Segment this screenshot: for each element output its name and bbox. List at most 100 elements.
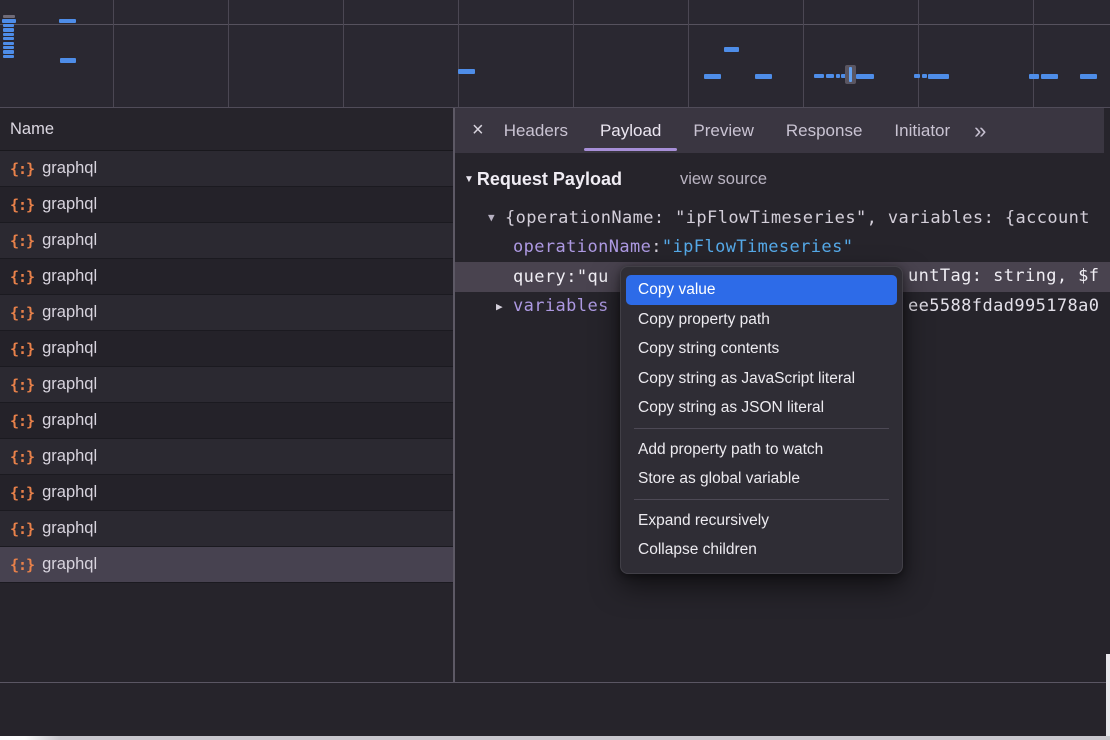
request-row[interactable]: {:} graphql [0,439,453,475]
menu-item-copy-string-contents[interactable]: Copy string contents [626,334,897,364]
json-request-icon: {:} [10,340,34,358]
request-row[interactable]: {:}graphql [0,151,453,187]
collapsed-arrow-icon[interactable]: ▶ [496,300,513,313]
request-name-label: graphql [42,159,97,178]
overview-gridline [918,0,919,107]
property-value-left: "qu [577,267,609,287]
timeline-hover-marker-tick [849,67,852,82]
timeline-request-bar [3,24,14,27]
request-row[interactable]: {:} graphql [0,331,453,367]
expand-arrow-icon[interactable]: ▼ [488,211,505,224]
request-payload-section-header[interactable]: ▼ Request Payload view source [455,165,1110,193]
request-row[interactable]: {:} graphql [0,403,453,439]
timeline-request-bar [3,42,14,45]
close-icon[interactable]: × [472,119,484,142]
overview-lane-divider [0,24,1110,25]
timeline-request-bar [1029,74,1039,79]
timeline-request-bar [914,74,920,78]
name-column-header[interactable]: Name [0,108,453,151]
request-name-label: graphql [42,267,97,286]
property-value: "ipFlowTimeseries" [662,237,853,257]
overview-gridline [343,0,344,107]
timeline-request-bar [2,19,16,23]
menu-item-copy-property-path[interactable]: Copy property path [626,305,897,335]
timeline-request-bar [3,46,14,49]
view-source-link[interactable]: view source [680,170,767,189]
property-value-right: untTag: string, $f [908,262,1099,292]
tab-preview[interactable]: Preview [677,108,769,153]
overview-gridline [688,0,689,107]
timeline-request-bar [3,15,15,18]
json-request-icon: {:} [10,304,34,322]
context-menu: Copy valueCopy property pathCopy string … [620,266,903,574]
request-row[interactable]: {:}graphql [0,367,453,403]
json-request-icon: {:} [10,520,34,538]
property-key: variables [513,296,609,316]
property-preview-right: ee5588fdad995178a0 [908,292,1099,322]
json-request-icon: {:} [10,376,34,394]
tab-initiator[interactable]: Initiator [878,108,966,153]
timeline-request-bar [724,47,739,52]
request-list-panel: Name {:} graphql {:} graphql {:} graphql {:} gr… [0,108,455,740]
detail-tabs: HeadersPayloadPreviewResponseInitiator [488,108,966,153]
timeline-request-bar [814,74,824,78]
timeline-request-bar [3,37,14,40]
json-root-preview: {operationName: "ipFlowTimeseries", vari… [505,208,1090,228]
timeline-request-bar [458,69,475,74]
timeline-request-bar [836,74,840,78]
key-separator: : [651,237,662,257]
network-panel-body: Name {:} graphql {:} graphql {:} graphql {:} gr… [0,108,1110,740]
json-request-icon: {:} [10,448,34,466]
request-name-label: graphql [42,447,97,466]
json-request-icon: {:} [10,232,34,250]
json-request-icon: {:} [10,196,34,214]
request-name-label: graphql [42,519,97,538]
overview-gridline [228,0,229,107]
request-name-label: graphql [42,555,97,574]
menu-item-expand-recursively[interactable]: Expand recursively [626,506,897,536]
request-row[interactable]: {:} graphql [0,223,453,259]
request-row[interactable]: {:}graphql [0,475,453,511]
request-row[interactable]: {:}graphql [0,295,453,331]
json-request-icon: {:} [10,412,34,430]
menu-item-add-property-path-to-watch[interactable]: Add property path to watch [626,435,897,465]
menu-separator [634,499,889,500]
overview-gridline [803,0,804,107]
request-row-selected[interactable]: {:}graphql [0,547,453,583]
timeline-request-bar [3,50,14,53]
tab-payload[interactable]: Payload [584,108,677,153]
menu-item-collapse-children[interactable]: Collapse children [626,535,897,565]
section-title: Request Payload [477,169,622,190]
request-name-label: graphql [42,483,97,502]
request-row[interactable]: {:} graphql [0,259,453,295]
tab-response[interactable]: Response [770,108,879,153]
json-request-icon: {:} [10,268,34,286]
json-operationname-row[interactable]: operationName: "ipFlowTimeseries" [455,233,1110,263]
timeline-request-bar [704,74,721,79]
menu-item-copy-string-as-javascript-literal[interactable]: Copy string as JavaScript literal [626,364,897,394]
timeline-request-bar [3,33,14,36]
key-separator: : [566,267,577,287]
network-overview-timeline[interactable] [0,0,1110,108]
overview-gridline [1033,0,1034,107]
timeline-request-bar [3,55,14,58]
overview-gridline [113,0,114,107]
json-root-row[interactable]: ▼ {operationName: "ipFlowTimeseries", va… [455,203,1110,233]
menu-item-copy-value[interactable]: Copy value [626,275,897,305]
section-collapse-icon[interactable]: ▼ [464,174,474,185]
footer-area [0,682,1110,740]
more-tabs-icon[interactable]: » [974,118,984,144]
request-row[interactable]: {:}graphql [0,187,453,223]
overview-gridline [573,0,574,107]
timeline-request-bar [1041,74,1058,79]
timeline-request-bar [60,58,76,63]
menu-item-store-as-global-variable[interactable]: Store as global variable [626,464,897,494]
property-key: operationName [513,237,651,257]
menu-item-copy-string-as-json-literal[interactable]: Copy string as JSON literal [626,393,897,423]
request-name-label: graphql [42,231,97,250]
request-name-label: graphql [42,339,97,358]
request-row[interactable]: {:} graphql [0,511,453,547]
tab-headers[interactable]: Headers [488,108,584,153]
request-name-label: graphql [42,411,97,430]
devtools-window: Name {:} graphql {:} graphql {:} graphql {:} gr… [0,0,1110,740]
